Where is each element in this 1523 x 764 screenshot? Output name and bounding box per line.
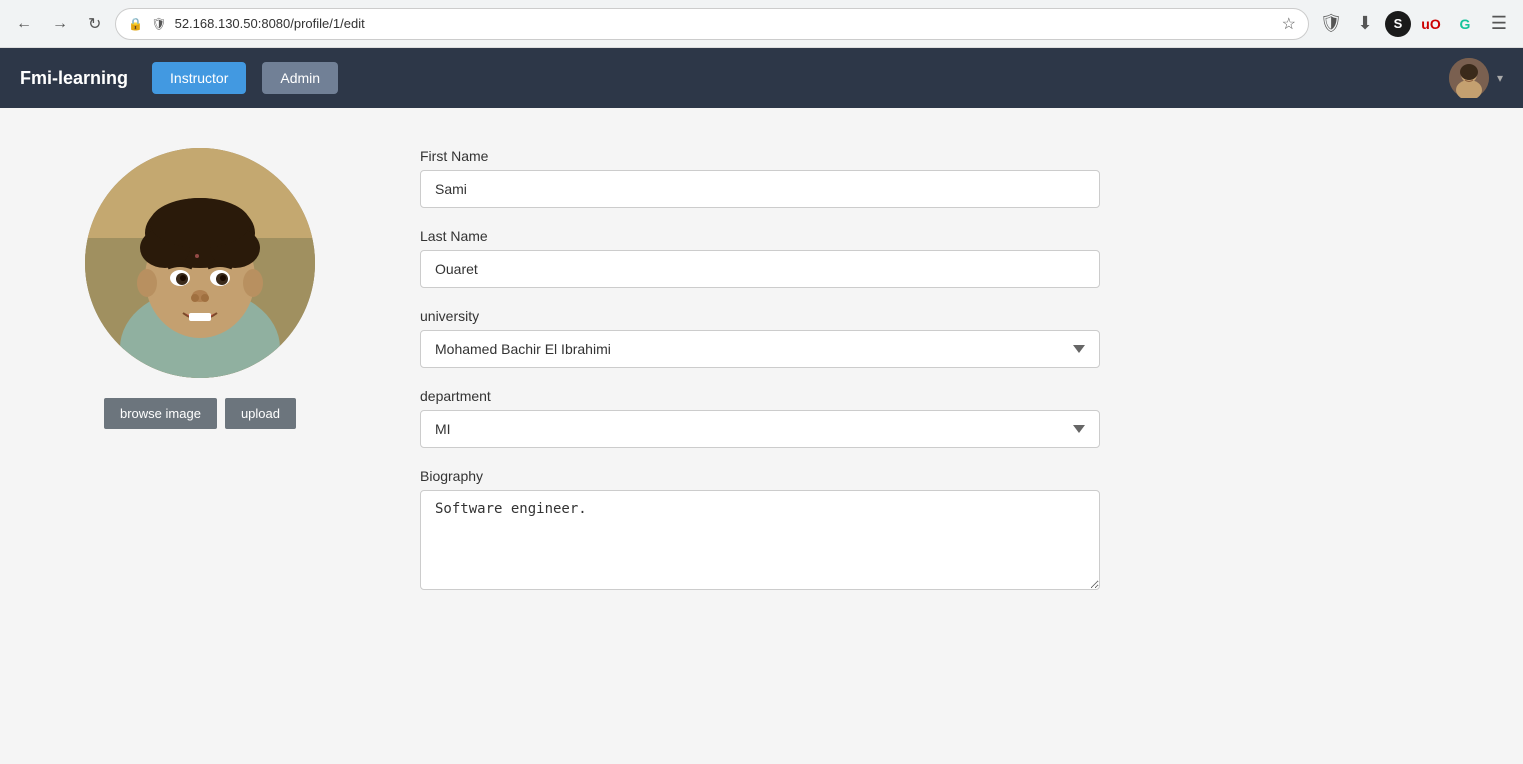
shield-icon-small: 🛡 — [151, 17, 166, 31]
first-name-label: First Name — [420, 148, 1100, 164]
last-name-label: Last Name — [420, 228, 1100, 244]
page-content: browse image upload First Name Last Name… — [0, 108, 1523, 764]
image-buttons: browse image upload — [104, 398, 296, 429]
right-panel: First Name Last Name university Mohamed … — [420, 148, 1100, 724]
browse-image-button[interactable]: browse image — [104, 398, 217, 429]
university-select[interactable]: Mohamed Bachir El Ibrahimi — [420, 330, 1100, 368]
university-label: university — [420, 308, 1100, 324]
biography-textarea[interactable]: Software engineer. — [420, 490, 1100, 590]
university-group: university Mohamed Bachir El Ibrahimi — [420, 308, 1100, 368]
navbar: Fmi-learning Instructor Admin ▾ — [0, 48, 1523, 108]
biography-group: Biography Software engineer. — [420, 468, 1100, 590]
browser-chrome: ← → ↻ 🔒 🛡 52.168.130.50:8080/profile/1/e… — [0, 0, 1523, 48]
url-text: 52.168.130.50:8080/profile/1/edit — [175, 16, 1270, 31]
s-extension-icon[interactable]: S — [1385, 11, 1411, 37]
last-name-input[interactable] — [420, 250, 1100, 288]
forward-button[interactable]: → — [46, 11, 74, 37]
ublock-icon[interactable]: uO — [1417, 10, 1445, 38]
department-label: department — [420, 388, 1100, 404]
instructor-nav-button[interactable]: Instructor — [152, 62, 246, 94]
dropdown-arrow: ▾ — [1497, 71, 1503, 85]
back-button[interactable]: ← — [10, 11, 38, 37]
admin-nav-button[interactable]: Admin — [262, 62, 338, 94]
bookmark-icon[interactable]: ☆ — [1282, 14, 1296, 34]
profile-avatar — [85, 148, 315, 378]
left-panel: browse image upload — [60, 148, 340, 724]
pocket-icon[interactable]: 🛡 — [1317, 10, 1345, 38]
grammarly-icon[interactable]: G — [1451, 10, 1479, 38]
avatar[interactable] — [1449, 58, 1489, 98]
brand-name: Fmi-learning — [20, 68, 128, 89]
department-group: department MI — [420, 388, 1100, 448]
download-icon[interactable]: ⬇ — [1351, 10, 1379, 38]
toolbar-icons: 🛡 ⬇ S uO G ☰ — [1317, 10, 1513, 38]
department-select[interactable]: MI — [420, 410, 1100, 448]
address-bar[interactable]: 🔒 🛡 52.168.130.50:8080/profile/1/edit ☆ — [115, 8, 1309, 40]
first-name-group: First Name — [420, 148, 1100, 208]
biography-label: Biography — [420, 468, 1100, 484]
refresh-button[interactable]: ↻ — [82, 10, 107, 38]
user-menu[interactable]: ▾ — [1449, 58, 1503, 98]
first-name-input[interactable] — [420, 170, 1100, 208]
last-name-group: Last Name — [420, 228, 1100, 288]
lock-icon: 🔒 — [128, 17, 143, 31]
upload-button[interactable]: upload — [225, 398, 296, 429]
browser-menu-button[interactable]: ☰ — [1485, 10, 1513, 38]
